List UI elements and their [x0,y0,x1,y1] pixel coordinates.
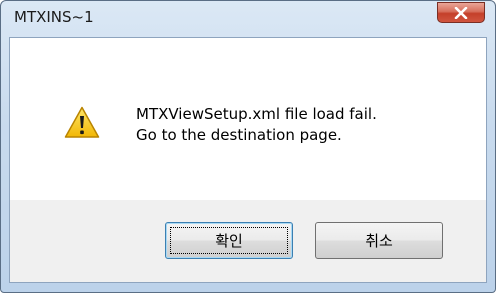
window-title: MTXINS~1 [14,8,94,26]
dialog-client-area: MTXViewSetup.xml file load fail. Go to t… [9,37,487,283]
warning-icon [64,106,100,138]
message-area: MTXViewSetup.xml file load fail. Go to t… [10,38,486,200]
ok-button-label: 확인 [215,232,243,250]
close-button[interactable] [437,2,485,23]
ok-button[interactable]: 확인 [165,222,293,259]
message-text: MTXViewSetup.xml file load fail. Go to t… [136,104,377,146]
message-line-1: MTXViewSetup.xml file load fail. [136,105,377,123]
cancel-button[interactable]: 취소 [315,222,443,259]
title-bar[interactable]: MTXINS~1 [1,1,495,37]
cancel-button-label: 취소 [365,232,393,250]
message-line-2: Go to the destination page. [136,126,342,144]
message-box-window: MTXINS~1 MTXViewSetup.xml file load fail… [0,0,496,293]
close-icon [454,6,468,19]
